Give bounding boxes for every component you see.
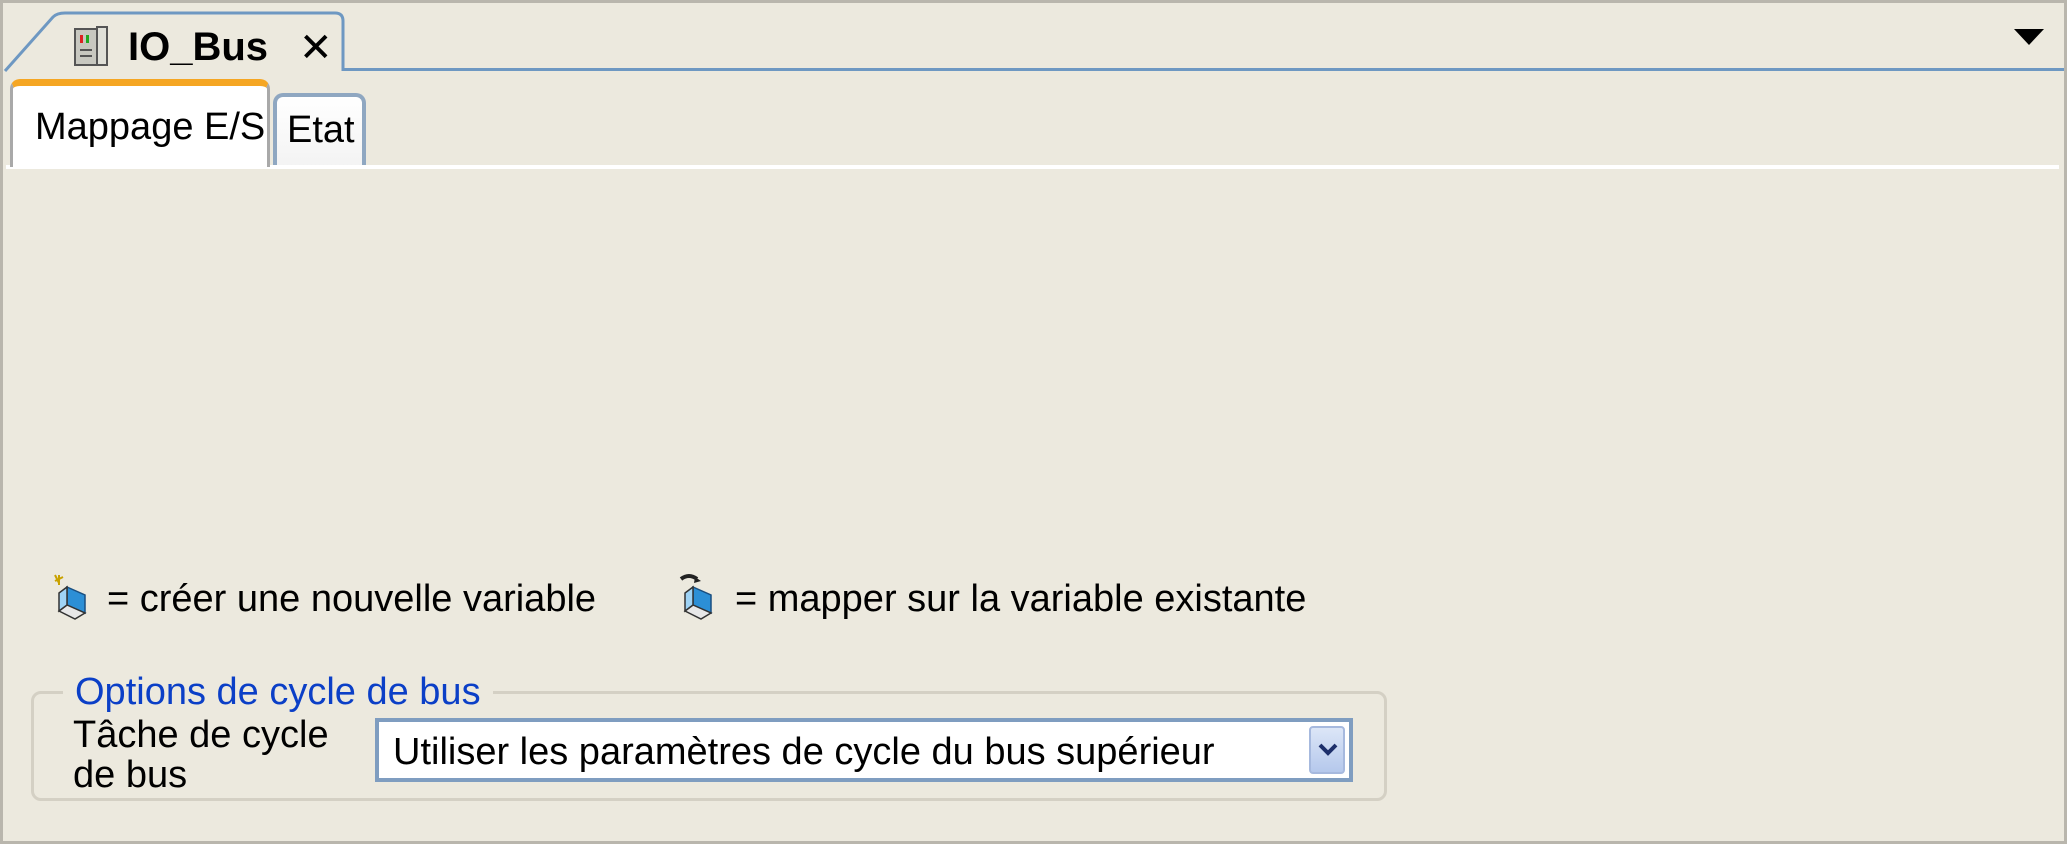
- group-title: Options de cycle de bus: [63, 669, 493, 715]
- document-tab-strip: IO_Bus ✕: [3, 3, 2064, 73]
- tab-etat[interactable]: Etat: [273, 93, 366, 167]
- tab-strip-divider: [343, 68, 2064, 71]
- tab-label: Etat: [287, 109, 355, 151]
- legend-create-text: = créer une nouvelle variable: [107, 578, 597, 620]
- content-top-border: [6, 165, 2059, 169]
- bus-cycle-task-label: Tâche de cycle de bus: [73, 714, 329, 796]
- tab-mappage-es[interactable]: Mappage E/S: [10, 79, 270, 167]
- device-icon: [73, 25, 109, 67]
- chevron-down-icon[interactable]: [1309, 726, 1345, 774]
- legend-map-text: = mapper sur la variable existante: [735, 578, 1307, 620]
- bus-cycle-task-select[interactable]: Utiliser les paramètres de cycle du bus …: [375, 718, 1353, 782]
- map-variable-icon: [679, 573, 719, 621]
- select-value: Utiliser les paramètres de cycle du bus …: [393, 731, 1215, 773]
- document-tab-title: IO_Bus: [128, 25, 269, 69]
- create-variable-icon: [53, 573, 93, 621]
- close-icon[interactable]: ✕: [299, 23, 333, 73]
- dropdown-arrow-icon[interactable]: [2014, 29, 2044, 45]
- tab-label: Mappage E/S: [35, 106, 266, 148]
- editor-frame: IO_Bus ✕ Mappage E/S Etat = créer une no…: [0, 0, 2067, 844]
